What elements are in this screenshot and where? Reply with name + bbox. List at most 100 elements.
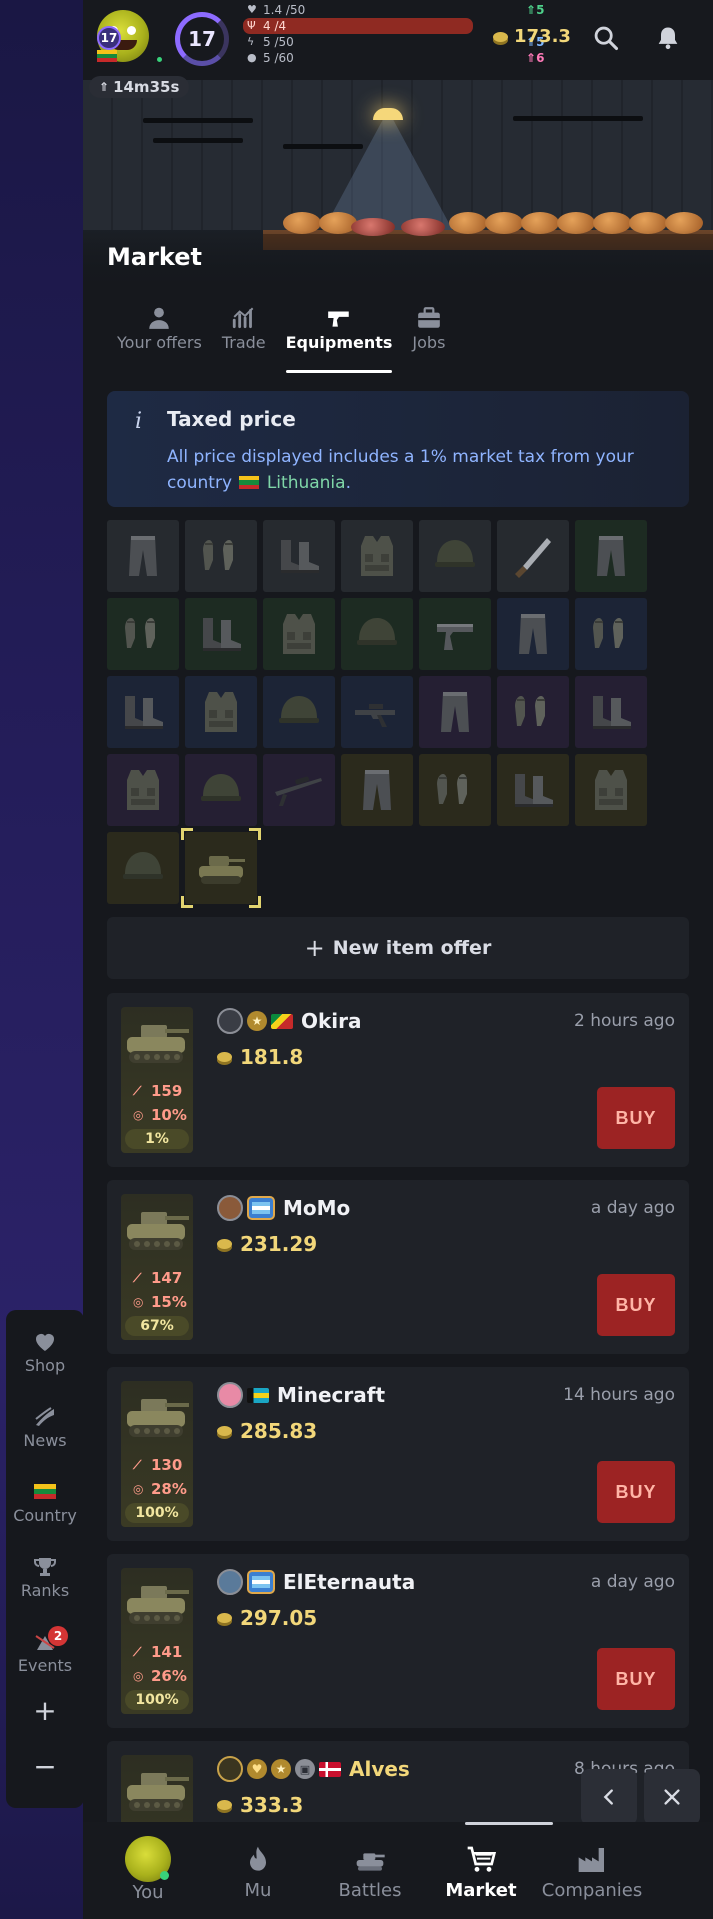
plus-icon: + [304,934,325,962]
avatar [217,1569,243,1595]
chart-icon [232,307,254,329]
seller-info[interactable]: ★ Okira [217,1007,362,1035]
buy-button[interactable]: BUY [597,1087,675,1149]
country-link[interactable]: Lithuania [267,473,346,493]
close-icon [664,1789,680,1805]
seller-name[interactable]: Minecraft [277,1383,385,1407]
zoom-in-button[interactable]: + [6,1694,84,1727]
offer-card: ⟋ 130 ◎ 28% 100% Minecraft 14 hours ago 285.83 B… [107,1367,689,1541]
equipment-slot[interactable] [575,754,647,826]
buy-button[interactable]: BUY [597,1648,675,1710]
equipment-slot[interactable] [497,754,569,826]
buy-button[interactable]: BUY [597,1461,675,1523]
coin-icon [217,1239,232,1249]
attack-value: 141 [151,1643,183,1661]
boots-icon [515,774,553,807]
equipment-slot[interactable] [263,754,335,826]
equipment-slot[interactable] [107,754,179,826]
back-button[interactable] [581,1769,637,1825]
rail-events[interactable]: 2 Events [6,1626,84,1675]
item-thumbnail[interactable]: ⟋ 159 ◎ 10% 1% [121,1007,193,1153]
target-icon: ◎ [133,1669,144,1683]
nav-companies[interactable]: Companies [537,1844,647,1901]
equipment-slot[interactable] [107,832,179,904]
nav-market[interactable]: Market [426,1844,536,1901]
argentina-flag-icon [247,1196,275,1220]
tab-label: Trade [221,333,266,352]
tab-jobs[interactable]: Jobs [402,305,455,365]
sword-icon: ⟋ [133,1644,142,1659]
accuracy-stat: ◎ 10% [133,1106,187,1124]
accuracy-value: 15% [151,1293,187,1311]
seller-name[interactable]: MoMo [283,1196,350,1220]
offer-price: 297.05 [217,1606,317,1630]
equipment-slot[interactable] [575,520,647,592]
tab-equipments[interactable]: Equipments [276,305,403,373]
equipment-slot[interactable] [107,598,179,670]
stat-value: 5 /50 [263,35,294,49]
coin-balance[interactable]: 173.3 [493,26,571,47]
equipment-slot[interactable] [341,676,413,748]
equipment-slot[interactable] [263,520,335,592]
new-item-offer-button[interactable]: + New item offer [107,917,689,979]
zoom-out-button[interactable]: − [6,1750,84,1783]
equipment-slot[interactable] [419,520,491,592]
equipment-slot[interactable] [575,676,647,748]
sniper-icon [275,776,322,806]
item-thumbnail[interactable]: ⟋ 130 ◎ 28% 100% [121,1381,193,1527]
seller-name[interactable]: Alves [349,1757,410,1781]
seller-info[interactable]: ♥ ★ ▣ Alves [217,1755,410,1783]
sword-icon: ⟋ [133,1083,142,1098]
item-thumbnail[interactable]: ⟋ 141 ◎ 26% 100% [121,1568,193,1714]
info-icon: i [135,409,143,434]
equipment-slot[interactable] [185,754,257,826]
briefcase-icon [418,307,440,328]
equipment-slot[interactable] [419,598,491,670]
equipment-slot[interactable] [497,676,569,748]
rail-shop[interactable]: Shop [6,1330,84,1375]
rail-country[interactable]: Country [6,1480,84,1525]
buy-button[interactable]: BUY [597,1274,675,1336]
item-thumbnail[interactable]: ⟋ 147 ◎ 15% 67% [121,1194,193,1340]
equipment-slot[interactable] [497,598,569,670]
equipment-slot[interactable] [341,598,413,670]
nav-mu[interactable]: Mu [203,1844,313,1901]
equipment-slot[interactable] [185,676,257,748]
helmet-icon [357,618,397,645]
attack-stat: ⟋ 130 [133,1456,182,1474]
stat-value: 1.4 /50 [263,3,306,17]
equipment-slot[interactable] [107,520,179,592]
seller-name[interactable]: Okira [301,1009,362,1033]
level-ring[interactable]: 17 [175,12,229,66]
equipment-slot[interactable] [419,754,491,826]
seller-info[interactable]: Minecraft [217,1381,385,1409]
rail-news[interactable]: News [6,1405,84,1450]
nav-you[interactable]: You [93,1836,203,1903]
equipment-slot[interactable] [419,676,491,748]
avatar [217,1756,243,1782]
tab-trade[interactable]: Trade [212,305,276,365]
nav-battles[interactable]: Battles [315,1844,425,1901]
equipment-slot[interactable] [107,676,179,748]
rail-ranks[interactable]: Ranks [6,1555,84,1600]
nav-label: Battles [338,1880,402,1901]
equipment-slot[interactable] [185,520,257,592]
equipment-slot[interactable] [263,598,335,670]
seller-name[interactable]: ElEternauta [283,1570,415,1594]
equipment-slot[interactable] [341,754,413,826]
tab-your-offers[interactable]: Your offers [107,305,212,365]
close-button[interactable] [644,1769,700,1825]
tab-label: Equipments [285,333,393,352]
equipment-slot[interactable] [341,520,413,592]
seller-info[interactable]: MoMo [217,1194,350,1222]
equipment-slot[interactable] [185,598,257,670]
equipment-slot[interactable] [263,676,335,748]
equipment-slot[interactable] [497,520,569,592]
equipment-slot[interactable] [181,828,261,908]
equipment-slot[interactable] [575,598,647,670]
search-icon[interactable] [592,24,620,52]
pants-icon [129,536,157,576]
bell-icon[interactable] [654,24,682,52]
seller-info[interactable]: ElEternauta [217,1568,415,1596]
lithuania-flag-icon [239,476,260,489]
